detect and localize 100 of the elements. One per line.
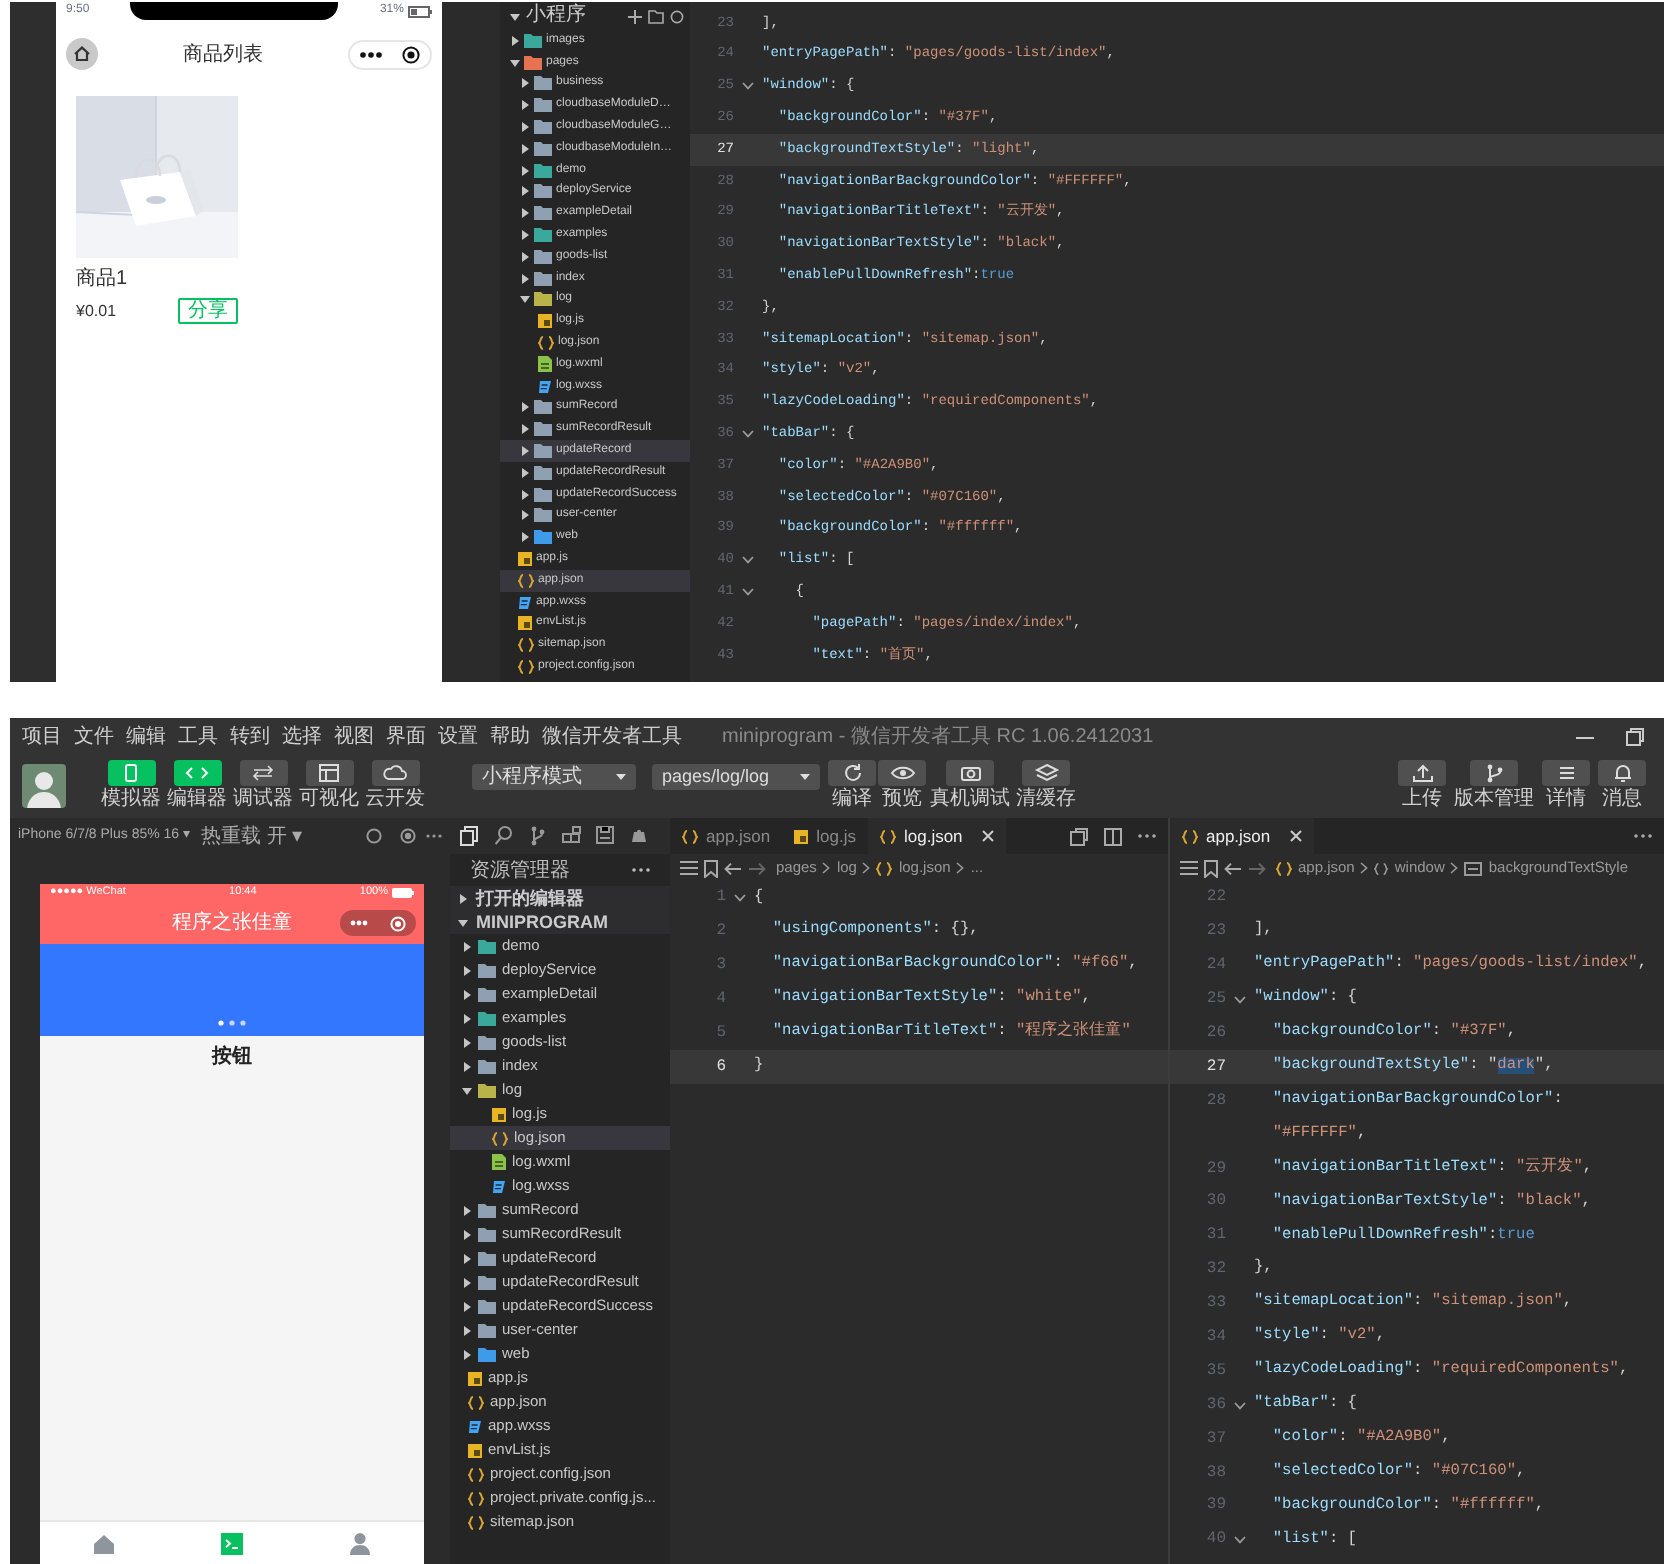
- document-icon: [538, 356, 552, 373]
- more-icon[interactable]: [360, 51, 382, 57]
- close-icon[interactable]: [982, 830, 995, 842]
- camera-icon: [957, 762, 983, 784]
- person-icon[interactable]: [348, 1531, 372, 1555]
- toolbar-button[interactable]: 真机调试: [928, 760, 1012, 812]
- line-number: 35: [1206, 1359, 1226, 1384]
- line-number: 26: [1206, 1022, 1226, 1046]
- refresh-icon[interactable]: [670, 9, 684, 23]
- files-icon[interactable]: [460, 826, 480, 846]
- chevron-icon: [822, 862, 831, 874]
- toolbar-button[interactable]: 上传: [1396, 760, 1448, 812]
- line-number: 32: [1206, 1258, 1226, 1283]
- save-icon[interactable]: [596, 826, 616, 846]
- line-number: 24: [1206, 954, 1226, 979]
- caret-icon: [616, 774, 626, 780]
- list-icon[interactable]: [680, 860, 698, 876]
- menu-item[interactable]: 界面: [386, 721, 426, 751]
- chevron-icon: [1360, 862, 1369, 874]
- toolbar-button[interactable]: 详情: [1540, 760, 1592, 812]
- battery-icon: [391, 888, 414, 898]
- back-arrow-icon[interactable]: [724, 861, 742, 875]
- toolbar-button[interactable]: 版本管理: [1452, 760, 1536, 812]
- back-arrow-icon[interactable]: [1224, 861, 1242, 875]
- toolbar-button[interactable]: 编辑器: [164, 760, 230, 812]
- toolbar-button[interactable]: 调试器: [230, 760, 296, 812]
- braces-icon: [1374, 861, 1389, 875]
- toolbar-button[interactable]: 可视化: [296, 760, 362, 812]
- toolbar-button[interactable]: 模拟器: [98, 760, 164, 812]
- add-icon[interactable]: [628, 9, 642, 23]
- file-icon: [518, 552, 532, 567]
- page-title: 程序之张佳童: [170, 909, 294, 938]
- avatar[interactable]: [22, 764, 66, 808]
- capsule-menu[interactable]: [348, 39, 432, 69]
- open-preview-icon[interactable]: [1070, 827, 1088, 845]
- menu-item[interactable]: 选择: [282, 721, 322, 751]
- product-price: ¥0.01: [76, 299, 117, 323]
- toolbar-button[interactable]: 消息: [1596, 760, 1648, 812]
- restore-icon[interactable]: [1626, 727, 1644, 745]
- menu-item[interactable]: 转到: [230, 721, 270, 751]
- branch-icon[interactable]: [528, 826, 548, 846]
- forward-arrow-icon[interactable]: [748, 861, 766, 875]
- braces-icon: [468, 1467, 484, 1481]
- braces-icon: [1182, 829, 1198, 843]
- record-icon[interactable]: [400, 828, 416, 844]
- menu-item[interactable]: 项目: [22, 721, 62, 751]
- mode-select[interactable]: 小程序模式: [472, 764, 636, 790]
- battery-icon: [407, 5, 432, 17]
- line-number: 23: [1206, 920, 1226, 945]
- braces-icon: [876, 861, 893, 875]
- menu-item[interactable]: 工具: [178, 721, 218, 751]
- refresh-icon: [839, 762, 865, 784]
- arrows-icon: [250, 762, 276, 784]
- chevron-icon: [862, 862, 871, 874]
- product-name: 商品1: [76, 265, 130, 294]
- caret-icon: [800, 774, 810, 780]
- chevron-icon: [956, 862, 965, 874]
- menu-item[interactable]: 设置: [438, 721, 478, 751]
- project-root[interactable]: 小程序: [526, 4, 622, 28]
- pager-dots-icon: [218, 1020, 246, 1026]
- section-header[interactable]: 打开的编辑器: [450, 886, 670, 910]
- stylesheet-icon: [518, 595, 532, 610]
- toolbar-button[interactable]: 云开发: [362, 760, 428, 812]
- menu-item[interactable]: 编辑: [126, 721, 166, 751]
- layout-icon: [316, 762, 342, 784]
- braces-icon: [492, 1131, 508, 1145]
- line-number: 27: [1206, 1055, 1226, 1080]
- toolbar-button[interactable]: 清缓存: [1014, 760, 1078, 812]
- menu-item[interactable]: 帮助: [490, 721, 530, 751]
- close-icon[interactable]: [1290, 830, 1303, 842]
- braces-icon: [468, 1395, 484, 1409]
- bookmark-icon[interactable]: [704, 859, 718, 877]
- bookmark-icon[interactable]: [1204, 859, 1218, 877]
- bell-icon: [1609, 762, 1635, 784]
- split-editor-icon[interactable]: [1104, 827, 1122, 845]
- file-icon: [468, 1371, 482, 1385]
- line-number: 28: [1206, 1089, 1226, 1114]
- menu-item[interactable]: 文件: [74, 721, 114, 751]
- menu-item[interactable]: 视图: [334, 721, 374, 751]
- section-header[interactable]: MINIPROGRAM: [450, 910, 670, 934]
- close-target-icon[interactable]: [402, 45, 420, 63]
- forward-arrow-icon[interactable]: [1248, 861, 1266, 875]
- hot-reload-select[interactable]: 热重载 开 ▾: [201, 821, 303, 851]
- line-number: 4: [716, 988, 726, 1013]
- extensions-icon[interactable]: [562, 826, 582, 846]
- editor-tab[interactable]: app.json: [1170, 818, 1315, 854]
- search-icon[interactable]: [494, 826, 514, 846]
- list-icon[interactable]: [1180, 860, 1198, 876]
- menu-item[interactable]: 微信开发者工具: [542, 721, 682, 751]
- layers-icon: [1033, 762, 1059, 784]
- kettle-icon[interactable]: [630, 826, 650, 846]
- line-number: 37: [1206, 1427, 1226, 1452]
- file-icon: [538, 314, 552, 329]
- rotate-icon[interactable]: [366, 828, 382, 844]
- new-folder-icon[interactable]: [648, 9, 664, 23]
- page-select[interactable]: pages/log/log: [652, 764, 820, 790]
- editor-tab[interactable]: log.json: [867, 818, 1007, 854]
- text-button[interactable]: 按钮: [212, 1042, 252, 1072]
- file-icon: [794, 829, 809, 843]
- home-icon[interactable]: [66, 38, 98, 70]
